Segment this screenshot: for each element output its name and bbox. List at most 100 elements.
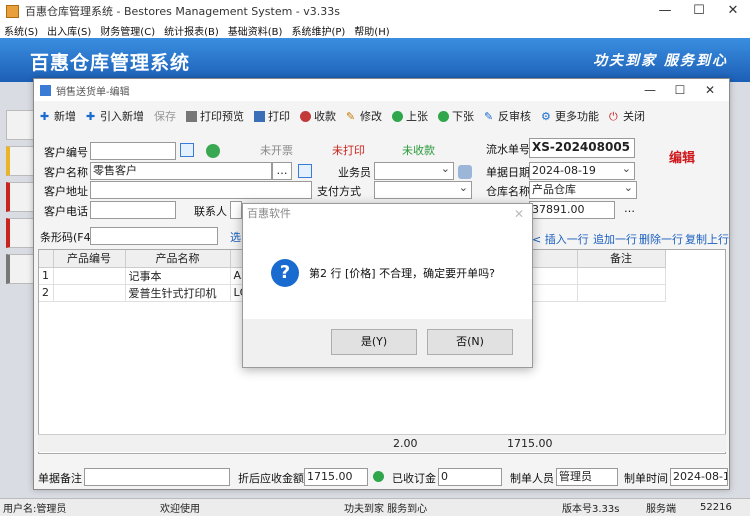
close-button[interactable]: ✕ [716, 0, 750, 22]
print-button[interactable]: 打印 [254, 108, 290, 124]
child-minimize-button[interactable]: — [635, 79, 665, 101]
address-label: 客户地址 [44, 185, 88, 198]
menu-stock[interactable]: 出入库(S) [47, 23, 91, 38]
salesperson-select[interactable] [374, 162, 454, 180]
brand-title: 百惠仓库管理系统 [30, 52, 191, 74]
receive-button[interactable]: 收款 [300, 108, 336, 124]
more-ellipsis-button[interactable]: … [624, 202, 635, 215]
product-name-cell[interactable]: 记事本 [125, 267, 231, 285]
customer-no-input[interactable] [90, 142, 176, 160]
plus-icon: ✚ [40, 109, 50, 123]
product-code-cell[interactable] [53, 284, 126, 302]
hidden-amount-field[interactable]: 37891.00 [529, 201, 615, 219]
dialog-title: 百惠软件 [247, 207, 291, 220]
product-code-cell[interactable] [53, 267, 126, 285]
refresh-icon[interactable] [206, 144, 220, 158]
after-discount-input[interactable]: 1715.00 [304, 468, 368, 486]
delete-row-link[interactable]: 删除一行 [639, 231, 683, 247]
footer-bar: 单据备注 折后应收金额 1715.00 已收订金 0 制单人员 管理员 制单时间… [34, 465, 731, 489]
warehouse-label: 仓库名称 [486, 185, 530, 198]
child-maximize-button[interactable]: ☐ [665, 79, 695, 101]
make-time-label: 制单时间 [624, 472, 668, 485]
next-button[interactable]: 下张 [438, 108, 474, 124]
yes-button[interactable]: 是(Y) [331, 329, 417, 355]
maker-input[interactable]: 管理员 [556, 468, 618, 486]
close-window-button[interactable]: ⏻ 关闭 [609, 108, 645, 124]
date-label: 单据日期 [486, 166, 530, 179]
plus-icon: ✚ [86, 109, 96, 123]
customer-name-label: 客户名称 [44, 166, 88, 179]
phone-input[interactable] [90, 201, 176, 219]
contact-label: 联系人 [194, 205, 227, 218]
remark-input[interactable] [84, 468, 230, 486]
more-button[interactable]: ⚙ 更多功能 [541, 108, 599, 124]
address-input[interactable] [90, 181, 312, 199]
make-time-input[interactable]: 2024-08-19 [670, 468, 728, 486]
dialog-message: 第2 行 [价格] 不合理，确定要开单吗? [309, 267, 495, 280]
import-new-button[interactable]: ✚ 引入新增 [86, 108, 144, 124]
col-index [39, 250, 54, 268]
menu-basic-data[interactable]: 基础资料(B) [228, 23, 283, 38]
col-remark[interactable]: 备注 [577, 250, 666, 268]
remark-cell[interactable] [577, 284, 666, 302]
serial-label: 流水单号 [486, 143, 530, 156]
append-row-link[interactable]: 追加一行 [593, 231, 637, 247]
gear-icon: ⚙ [541, 109, 551, 123]
deposit-label: 已收订金 [392, 472, 436, 485]
remark-cell[interactable] [577, 267, 666, 285]
menu-reports[interactable]: 统计报表(B) [164, 23, 219, 38]
menu-help[interactable]: 帮助(H) [354, 23, 389, 38]
select-link[interactable]: 选 [230, 229, 241, 245]
customer-picker-button[interactable]: … [272, 162, 292, 180]
receipt-status: 未收款 [402, 144, 435, 157]
deposit-input[interactable]: 0 [438, 468, 502, 486]
insert-row-link[interactable]: < 插入一行 [532, 231, 589, 247]
unaudit-button[interactable]: ✎ 反审核 [484, 108, 531, 124]
power-icon: ⏻ [609, 109, 618, 123]
minimize-button[interactable]: — [648, 0, 682, 22]
modify-button[interactable]: ✎ 修改 [346, 108, 382, 124]
search-icon[interactable] [180, 143, 194, 157]
no-button[interactable]: 否(N) [427, 329, 513, 355]
eraser-icon[interactable] [458, 165, 472, 179]
status-server-value: 52216 [700, 502, 732, 513]
warehouse-select[interactable]: 产品仓库 [529, 181, 637, 199]
date-picker[interactable]: 2024-08-19 [529, 162, 635, 180]
brand-slogan: 功夫到家 服务到心 [593, 53, 728, 69]
maker-label: 制单人员 [510, 472, 554, 485]
print-preview-button[interactable]: 打印预览 [186, 108, 244, 124]
dialog-close-icon[interactable]: ✕ [514, 207, 524, 221]
dialog-footer: 是(Y) 否(N) [243, 319, 532, 367]
after-discount-label: 折后应收金额 [238, 472, 304, 485]
arrow-left-icon [392, 110, 403, 122]
printer-icon [254, 110, 265, 122]
search-icon[interactable] [298, 164, 312, 178]
status-bar: 用户名:管理员 欢迎使用 功夫到家 服务到心 版本号3.33s 服务端 5221… [0, 498, 750, 516]
barcode-input[interactable] [90, 227, 218, 245]
child-window-controls: — ☐ ✕ [635, 79, 725, 101]
window-title: 百惠仓库管理系统 - Bestores Management System - … [25, 5, 340, 18]
menu-maintenance[interactable]: 系统维护(P) [291, 23, 345, 38]
serial-input[interactable]: XS-202408005 [529, 138, 635, 158]
salesperson-label: 业务员 [338, 166, 371, 179]
product-name-cell[interactable]: 爱普生针式打印机 [125, 284, 231, 302]
app-icon [6, 4, 19, 18]
toolbar: ✚ 新增 ✚ 引入新增 保存 打印预览 打印 收款 ✎ 修改 上张 下张 ✎ 反审核 ⚙… [34, 103, 731, 129]
menu-system[interactable]: 系统(S) [4, 23, 38, 38]
col-product-code[interactable]: 产品编号 [53, 250, 126, 268]
new-button[interactable]: ✚ 新增 [40, 108, 76, 124]
col-product-name[interactable]: 产品名称 [125, 250, 231, 268]
contact-input[interactable] [230, 201, 242, 219]
invoice-status: 未开票 [260, 144, 293, 157]
copy-row-link[interactable]: 复制上行 [685, 231, 729, 247]
prev-button[interactable]: 上张 [392, 108, 428, 124]
maximize-button[interactable]: ☐ [682, 0, 716, 22]
menu-finance[interactable]: 财务管理(C) [100, 23, 155, 38]
customer-name-input[interactable]: 零售客户 [90, 162, 272, 180]
save-button[interactable]: 保存 [154, 108, 176, 124]
total-amount: 1715.00 [507, 437, 553, 450]
payment-label: 支付方式 [317, 185, 361, 198]
payment-select[interactable] [374, 181, 472, 199]
app-banner: 百惠仓库管理系统 功夫到家 服务到心 [0, 38, 750, 82]
child-close-button[interactable]: ✕ [695, 79, 725, 101]
